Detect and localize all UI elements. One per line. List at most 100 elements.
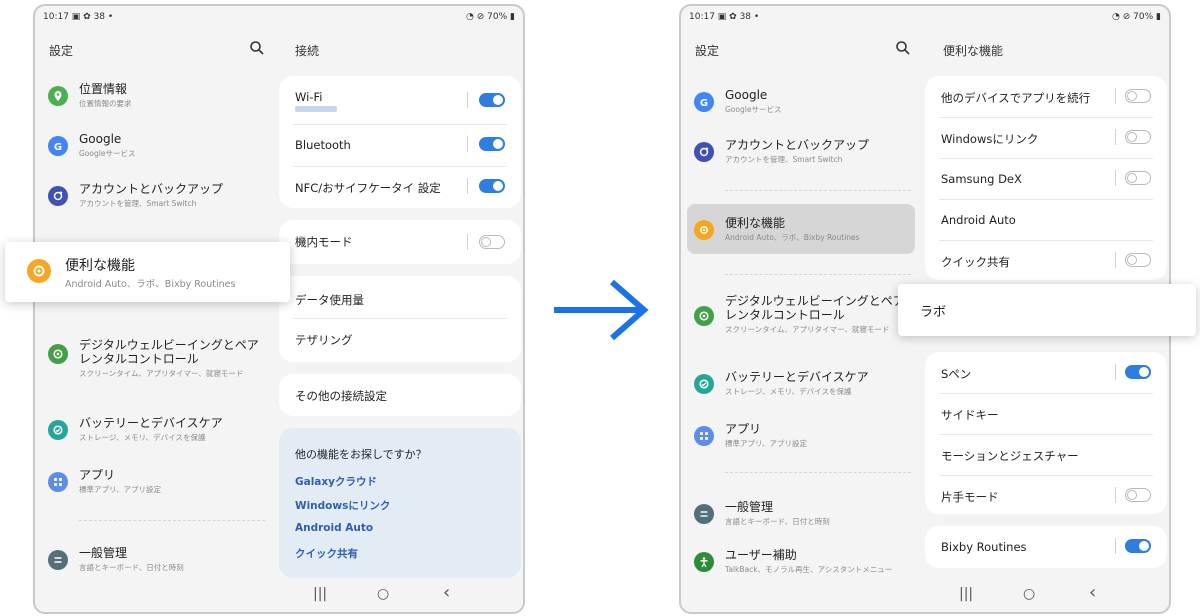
data-card: データ使用量 テザリング	[279, 276, 521, 362]
item-title: Google	[725, 88, 768, 102]
bixby-routines-toggle[interactable]	[1125, 539, 1151, 553]
item-title: ユーザー補助	[725, 548, 797, 562]
advanced-features-icon	[27, 259, 51, 283]
samsung-dex-toggle[interactable]	[1125, 171, 1151, 185]
divider	[293, 124, 507, 125]
settings-item-accounts-backup[interactable]: アカウントとバックアップ アカウントを管理、Smart Switch	[35, 182, 277, 228]
settings-item-apps[interactable]: アプリ 標準アプリ、アプリ設定	[35, 468, 277, 514]
settings-item-battery-care[interactable]: バッテリーとデバイスケア ストレージ、メモリ、デバイスを保護	[681, 370, 923, 416]
item-title: デジタルウェルビーイングとペアレンタルコントロール	[725, 294, 905, 322]
status-bar: 10:17 ▣ ✿ 38 • ◔ ⊘ 70% ▮	[689, 12, 1161, 22]
divider	[467, 178, 468, 194]
item-title: アカウントとバックアップ	[79, 182, 224, 196]
wifi-toggle[interactable]	[479, 93, 505, 107]
advanced-card-2: Sペン サイドキー モーションとジェスチャー 片手モード	[925, 352, 1167, 514]
search-icon[interactable]	[249, 40, 265, 56]
link-to-windows-label[interactable]: Windowsにリンク	[941, 131, 1038, 147]
item-title: バッテリーとデバイスケア	[725, 370, 869, 384]
divider	[939, 434, 1153, 435]
airplane-mode-toggle[interactable]	[479, 235, 505, 249]
continue-apps-label[interactable]: 他のデバイスでアプリを続行	[941, 90, 1090, 106]
device-care-icon	[694, 374, 714, 394]
device-care-icon	[48, 420, 68, 440]
back-button[interactable]: ‹	[1089, 582, 1096, 603]
quick-share-toggle[interactable]	[1125, 253, 1151, 267]
item-subtitle: TalkBack、モノラル再生、アシスタントメニュー	[725, 565, 893, 574]
settings-item-general-management[interactable]: 一般管理 言語とキーボード、日付と時刻	[681, 500, 923, 546]
one-handed-mode-label[interactable]: 片手モード	[941, 489, 999, 505]
general-management-icon	[694, 504, 714, 524]
status-bar: 10:17 ▣ ✿ 38 • ◔ ⊘ 70% ▮	[43, 12, 515, 22]
s-pen-label[interactable]: Sペン	[941, 366, 971, 382]
one-handed-mode-toggle[interactable]	[1125, 488, 1151, 502]
divider	[467, 234, 468, 250]
wellbeing-icon	[48, 344, 68, 364]
link-android-auto[interactable]: Android Auto	[295, 522, 373, 534]
link-galaxy-cloud[interactable]: Galaxyクラウド	[295, 474, 377, 489]
nfc-toggle[interactable]	[479, 179, 505, 193]
settings-item-apps[interactable]: アプリ 標準アプリ、アプリ設定	[681, 422, 923, 468]
settings-item-advanced-features[interactable]: 便利な機能 Android Auto、ラボ、Bixby Routines	[681, 216, 923, 262]
recents-button[interactable]: |||	[959, 586, 973, 602]
apps-icon	[48, 472, 68, 492]
divider	[1115, 364, 1116, 380]
status-time: 10:17	[689, 12, 715, 22]
settings-item-accounts-backup[interactable]: アカウントとバックアップ アカウントを管理、Smart Switch	[681, 138, 923, 184]
data-usage-label[interactable]: データ使用量	[295, 292, 364, 308]
motions-gestures-label[interactable]: モーションとジェスチャー	[941, 448, 1079, 464]
divider	[1115, 170, 1116, 186]
recents-button[interactable]: |||	[313, 586, 327, 602]
panel-title: 便利な機能	[943, 44, 1004, 58]
more-connection-settings-label[interactable]: その他の接続設定	[295, 388, 387, 404]
divider	[939, 199, 1153, 200]
s-pen-toggle[interactable]	[1125, 365, 1151, 379]
divider	[725, 190, 911, 191]
divider	[939, 393, 1153, 394]
settings-item-digital-wellbeing[interactable]: デジタルウェルビーイングとペアレンタルコントロール スクリーンタイム、アプリタイ…	[35, 338, 277, 398]
divider	[1115, 88, 1116, 104]
advanced-card-1: 他のデバイスでアプリを続行 Windowsにリンク Samsung DeX An…	[925, 76, 1167, 280]
divider	[939, 475, 1153, 476]
quick-share-label[interactable]: クイック共有	[941, 254, 1010, 270]
suggestions-card: 他の機能をお探しですか？ Galaxyクラウド Windowsにリンク Andr…	[279, 428, 521, 578]
panel-title: 設定	[49, 44, 74, 58]
highlighted-item-labs[interactable]: ラボ	[898, 284, 1196, 336]
item-title: 一般管理	[725, 500, 774, 514]
airplane-mode-label[interactable]: 機内モード	[295, 234, 353, 250]
android-auto-label[interactable]: Android Auto	[941, 213, 1016, 227]
item-subtitle: 言語とキーボード、日付と時刻	[725, 517, 830, 526]
location-icon	[48, 86, 68, 106]
suggestions-title: 他の機能をお探しですか？	[295, 448, 427, 461]
labs-label: ラボ	[920, 305, 947, 320]
bluetooth-toggle[interactable]	[479, 137, 505, 151]
bluetooth-label[interactable]: Bluetooth	[295, 138, 351, 152]
item-subtitle: 位置情報の要求	[79, 99, 132, 108]
status-time: 10:17	[43, 12, 69, 22]
search-icon[interactable]	[895, 40, 911, 56]
settings-item-google[interactable]: G Google Googleサービス	[35, 132, 277, 178]
arrow-right-icon	[554, 279, 649, 341]
bixby-routines-label[interactable]: Bixby Routines	[941, 540, 1027, 554]
item-subtitle: アカウントを管理、Smart Switch	[725, 155, 843, 164]
link-to-windows-toggle[interactable]	[1125, 130, 1151, 144]
nfc-label[interactable]: NFC/おサイフケータイ 設定	[295, 180, 441, 196]
wifi-label[interactable]: Wi-Fi	[295, 90, 322, 104]
home-button[interactable]: ○	[1023, 586, 1035, 602]
link-quick-share[interactable]: クイック共有	[295, 546, 358, 561]
link-windows[interactable]: Windowsにリンク	[295, 498, 390, 513]
settings-item-location[interactable]: 位置情報 位置情報の要求	[35, 82, 277, 128]
settings-item-google[interactable]: G Google Googleサービス	[681, 88, 923, 134]
tethering-label[interactable]: テザリング	[295, 332, 353, 348]
item-subtitle: 標準アプリ、アプリ設定	[79, 485, 162, 494]
divider	[1115, 129, 1116, 145]
side-key-label[interactable]: サイドキー	[941, 407, 999, 423]
battery-level: 70%	[487, 12, 508, 22]
settings-item-digital-wellbeing[interactable]: デジタルウェルビーイングとペアレンタルコントロール スクリーンタイム、アプリタイ…	[681, 294, 923, 354]
home-button[interactable]: ○	[377, 586, 389, 602]
settings-item-battery-care[interactable]: バッテリーとデバイスケア ストレージ、メモリ、デバイスを保護	[35, 416, 277, 462]
item-subtitle: スクリーンタイム、アプリタイマー、就寝モード	[79, 369, 244, 378]
continue-apps-toggle[interactable]	[1125, 89, 1151, 103]
back-button[interactable]: ‹	[443, 582, 450, 603]
samsung-dex-label[interactable]: Samsung DeX	[941, 172, 1022, 186]
highlighted-item-advanced-features[interactable]: 便利な機能 Android Auto、ラボ、Bixby Routines	[5, 242, 290, 302]
